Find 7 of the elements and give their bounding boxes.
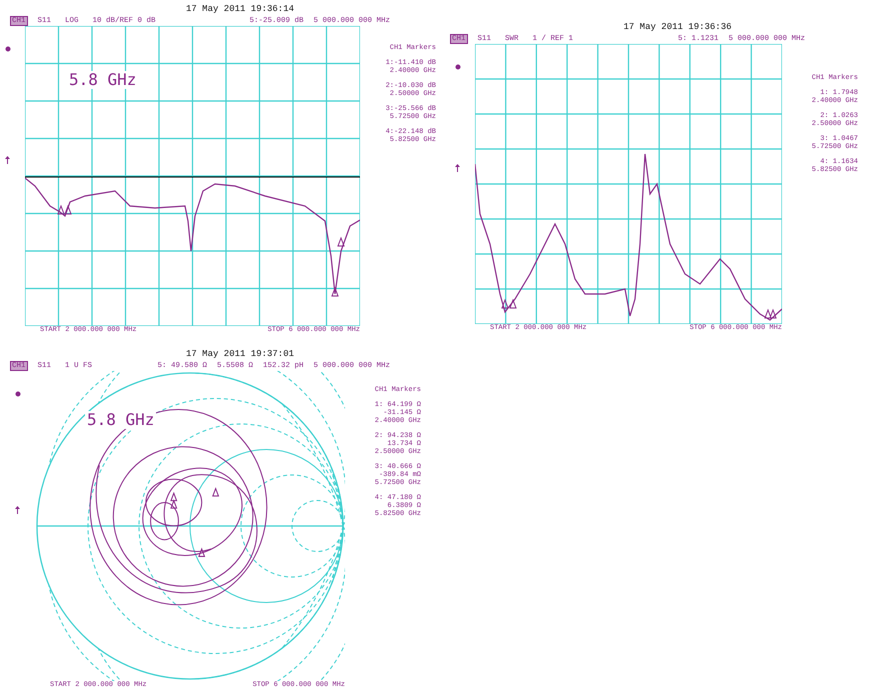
timestamp: 17 May 2011 19:37:01 bbox=[184, 349, 296, 360]
timestamp: 17 May 2011 19:36:36 bbox=[622, 22, 733, 33]
frequency-label: 5.8 GHz bbox=[85, 411, 156, 429]
arrow-up-icon bbox=[5, 156, 10, 164]
arrow-up-icon bbox=[15, 506, 20, 514]
arrow-up-icon bbox=[455, 164, 460, 172]
timestamp: 17 May 2011 19:36:14 bbox=[184, 4, 296, 15]
